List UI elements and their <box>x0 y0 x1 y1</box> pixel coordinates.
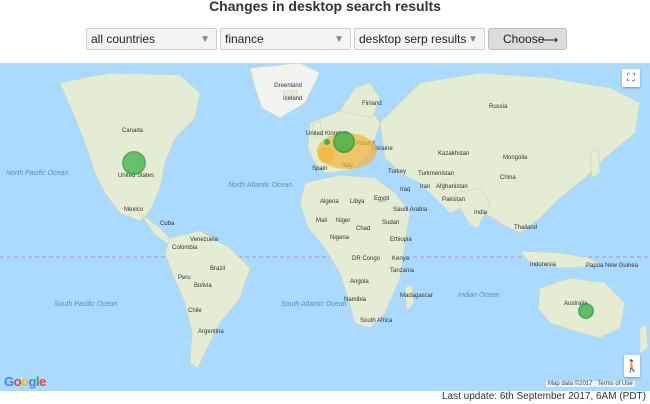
country-label: Angola <box>350 279 369 285</box>
country-label: Iceland <box>283 96 303 102</box>
map-data-attribution: Map data ©2017 <box>548 381 593 387</box>
country-select-value: all countries <box>91 32 156 46</box>
country-label: Ethiopia <box>390 237 412 243</box>
country-label: Brazil <box>210 266 226 272</box>
country-label: Tanzania <box>390 268 415 274</box>
country-label: Pakistan <box>442 197 466 203</box>
country-label: Kenya <box>392 256 410 262</box>
country-label: Argentina <box>198 329 224 335</box>
country-label: Iraq <box>400 187 411 193</box>
marker-uk[interactable] <box>324 139 330 145</box>
serp-type-select[interactable]: desktop serp results ▼ <box>354 28 485 50</box>
country-label: Namibia <box>344 297 367 303</box>
pegman-icon[interactable]: 🚶 <box>624 355 640 377</box>
marker-united-states[interactable] <box>122 151 146 175</box>
page-title: Changes in desktop search results <box>209 0 441 14</box>
country-label: Chad <box>356 226 371 232</box>
world-map[interactable]: North Pacific Ocean North Atlantic Ocean… <box>0 63 650 391</box>
country-label: Kazakhstan <box>438 151 470 157</box>
country-label: Afghanistan <box>436 184 468 190</box>
map-attribution: Map data ©2017 Terms of Use <box>546 381 635 387</box>
country-label: Libya <box>350 199 365 205</box>
arrow-right-icon: ⟶ <box>541 33 559 47</box>
ocean-label-south-pacific: South Pacific Ocean <box>54 301 118 308</box>
country-label: India <box>474 210 488 216</box>
country-label: China <box>500 175 516 181</box>
choose-button[interactable]: Choose ⟶ <box>488 28 567 50</box>
ocean-label-south-atlantic: South Atlantic Ocean <box>281 301 347 308</box>
country-label: Russia <box>489 104 508 110</box>
country-label: Venezuela <box>190 237 219 243</box>
map-tiles <box>0 63 650 369</box>
country-label: Thailand <box>514 225 538 231</box>
country-label: Mexico <box>124 207 144 213</box>
country-label: DR Congo <box>352 256 381 262</box>
country-label: Canada <box>122 128 144 134</box>
chevron-down-icon: ▼ <box>200 34 210 45</box>
country-label: Greenland <box>274 83 303 89</box>
category-select[interactable]: finance ▼ <box>220 28 351 50</box>
country-label: Cuba <box>160 221 175 227</box>
marker-germany[interactable] <box>333 131 355 153</box>
country-label: South Africa <box>360 318 393 324</box>
country-label: Turkmenistan <box>418 171 455 177</box>
country-label: Saudi Arabia <box>393 207 428 213</box>
ocean-label-indian: Indian Ocean <box>458 292 500 299</box>
ocean-label-north-pacific: North Pacific Ocean <box>6 170 69 177</box>
chevron-down-icon: ▼ <box>468 34 478 45</box>
fullscreen-icon[interactable]: ⛶ <box>622 69 640 87</box>
marker-australia[interactable] <box>578 303 594 319</box>
country-select[interactable]: all countries ▼ <box>86 28 217 50</box>
country-label: Bolivia <box>194 283 212 289</box>
last-update: Last update: 6th September 2017, 6AM (PD… <box>442 391 646 402</box>
country-label: Spain <box>312 166 328 172</box>
country-label: Turkey <box>388 169 407 175</box>
country-label: Peru <box>178 275 191 281</box>
country-label: Niger <box>336 218 351 224</box>
category-select-value: finance <box>225 32 264 46</box>
country-label: Finland <box>362 101 382 107</box>
country-label: Egypt <box>374 196 390 202</box>
country-label: Papua New Guinea <box>586 263 639 269</box>
country-label: Iran <box>420 184 431 190</box>
country-label: Chile <box>188 308 202 314</box>
country-label: Indonesia <box>530 262 557 268</box>
choose-button-label: Choose <box>503 32 545 46</box>
country-label: Mali <box>316 218 328 224</box>
google-logo: Google <box>4 374 46 389</box>
country-label: Nigeria <box>330 235 350 241</box>
terms-of-use-link[interactable]: Terms of Use <box>597 381 632 387</box>
country-label: Algeria <box>320 199 339 205</box>
serp-type-select-value: desktop serp results <box>359 32 467 46</box>
country-label: Colombia <box>172 245 198 251</box>
country-label: Mongolia <box>503 155 528 161</box>
ocean-label-north-atlantic: North Atlantic Ocean <box>228 182 293 189</box>
country-label: Madagascar <box>400 293 434 299</box>
chevron-down-icon: ▼ <box>334 34 344 45</box>
marker-france[interactable] <box>318 147 334 163</box>
country-label: Sudan <box>382 220 400 226</box>
